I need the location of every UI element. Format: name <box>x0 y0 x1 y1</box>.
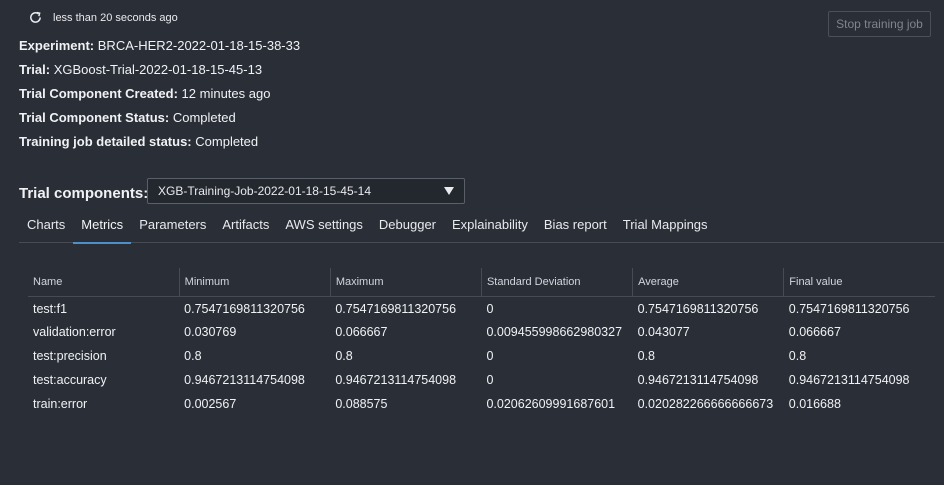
table-row: test:f1 0.7547169811320756 0.75471698113… <box>28 296 935 320</box>
caret-down-icon <box>444 187 454 195</box>
metrics-table-container: Name Minimum Maximum Standard Deviation … <box>28 268 935 416</box>
table-cell: 0.8 <box>788 349 807 363</box>
table-header-row: Name Minimum Maximum Standard Deviation … <box>28 268 935 297</box>
tab-aws-settings[interactable]: AWS settings <box>277 210 371 243</box>
tab-artifacts[interactable]: Artifacts <box>214 210 277 243</box>
table-cell: 0.7547169811320756 <box>335 302 457 317</box>
table-cell: 0 <box>486 373 494 387</box>
column-header-final-value[interactable]: Final value <box>783 268 935 297</box>
table-cell: 0 <box>486 302 494 317</box>
tab-trial-mappings[interactable]: Trial Mappings <box>615 210 716 243</box>
table-cell: 0.7547169811320756 <box>184 302 305 317</box>
table-cell: 0.02062609991687601 <box>486 397 616 411</box>
table-cell: test:accuracy <box>33 373 107 387</box>
table-row: test:precision 0.8 0.8 0 0.8 0.8 <box>28 344 935 368</box>
refresh-status: less than 20 seconds ago <box>28 10 178 25</box>
table-cell: 0.8 <box>335 349 353 363</box>
tab-parameters[interactable]: Parameters <box>131 210 214 243</box>
tab-bar: Charts Metrics Parameters Artifacts AWS … <box>19 210 944 244</box>
table-cell: 0.030769 <box>184 325 237 339</box>
table-row: train:error 0.002567 0.088575 0.02062609… <box>28 392 935 416</box>
table-cell: 0 <box>486 349 494 363</box>
column-header-average[interactable]: Average <box>632 268 784 297</box>
table-cell: 0.043077 <box>637 325 690 339</box>
table-cell: validation:error <box>33 325 116 339</box>
refresh-icon[interactable] <box>28 10 43 25</box>
info-label: Experiment: <box>19 38 95 53</box>
info-training-status: Training job detailed status: Completed <box>19 134 258 149</box>
table-cell: 0.066667 <box>335 325 388 339</box>
trial-components-label: Trial components: <box>19 185 149 202</box>
trial-components-select[interactable]: XGB-Training-Job-2022-01-18-15-45-14 <box>147 178 465 204</box>
column-header-name[interactable]: Name <box>28 268 180 297</box>
table-cell: train:error <box>33 397 88 411</box>
tab-explainability[interactable]: Explainability <box>444 210 536 243</box>
info-value: BRCA-HER2-2022-01-18-15-38-33 <box>97 38 301 53</box>
tab-charts[interactable]: Charts <box>19 210 73 243</box>
info-label: Training job detailed status: <box>19 134 192 149</box>
info-status: Trial Component Status: Completed <box>19 110 236 125</box>
table-cell: 0.9467213114754098 <box>788 373 910 387</box>
column-header-maximum[interactable]: Maximum <box>329 268 482 297</box>
trial-components-selected: XGB-Training-Job-2022-01-18-15-45-14 <box>158 184 371 198</box>
table-cell: 0.8 <box>637 349 656 363</box>
info-label: Trial Component Status: <box>19 110 170 125</box>
stop-training-job-button[interactable]: Stop training job <box>828 11 931 37</box>
table-cell: test:f1 <box>33 302 68 317</box>
tab-metrics[interactable]: Metrics <box>73 210 132 244</box>
table-row: test:accuracy 0.9467213114754098 0.94672… <box>28 368 935 392</box>
table-row: validation:error 0.030769 0.066667 0.009… <box>28 320 935 344</box>
info-value: XGBoost-Trial-2022-01-18-15-45-13 <box>53 62 263 77</box>
table-cell: test:precision <box>33 349 107 363</box>
metrics-table: Name Minimum Maximum Standard Deviation … <box>28 268 935 416</box>
table-cell: 0.8 <box>184 349 202 363</box>
info-label: Trial: <box>19 62 51 77</box>
table-cell: 0.016688 <box>788 397 841 411</box>
table-cell: 0.066667 <box>788 325 841 339</box>
table-cell: 0.9467213114754098 <box>637 373 759 387</box>
info-created: Trial Component Created: 12 minutes ago <box>19 86 270 101</box>
table-cell: 0.9467213114754098 <box>335 373 457 387</box>
last-refresh-text: less than 20 seconds ago <box>53 11 178 24</box>
tab-debugger[interactable]: Debugger <box>371 210 444 243</box>
table-cell: 0.7547169811320756 <box>637 302 759 317</box>
info-value: Completed <box>172 110 236 125</box>
table-cell: 0.002567 <box>184 397 237 411</box>
column-header-std-dev[interactable]: Standard Deviation <box>480 268 633 297</box>
info-trial: Trial: XGBoost-Trial-2022-01-18-15-45-13 <box>19 62 262 77</box>
tab-bias-report[interactable]: Bias report <box>536 210 615 243</box>
info-value: Completed <box>195 134 259 149</box>
table-cell: 0.9467213114754098 <box>184 373 305 387</box>
table-cell: 0.088575 <box>335 397 388 411</box>
table-cell: 0.009455998662980327 <box>486 325 623 339</box>
info-label: Trial Component Created: <box>19 86 178 101</box>
info-value: 12 minutes ago <box>181 86 271 101</box>
table-cell: 0.020282266666666673 <box>637 397 774 411</box>
table-cell: 0.7547169811320756 <box>788 302 910 317</box>
column-header-minimum[interactable]: Minimum <box>178 268 331 297</box>
info-experiment: Experiment: BRCA-HER2-2022-01-18-15-38-3… <box>19 38 300 53</box>
